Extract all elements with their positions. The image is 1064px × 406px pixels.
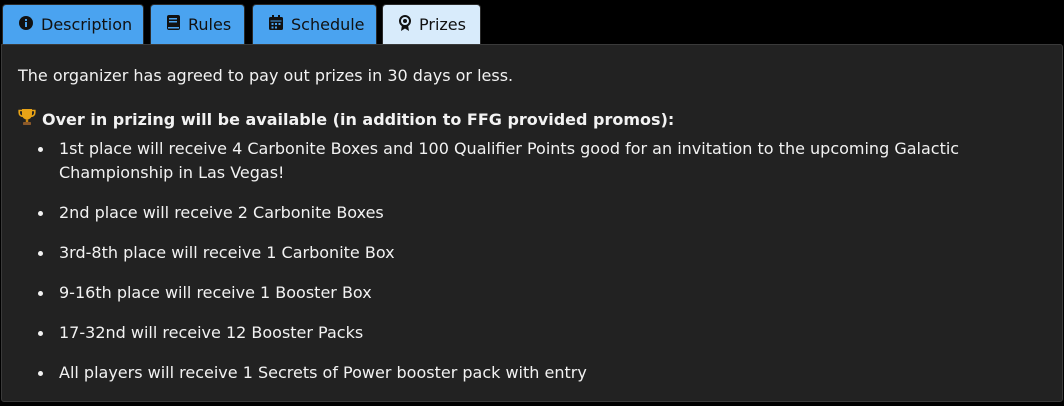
tab-schedule[interactable]: Schedule xyxy=(252,4,377,44)
prizing-heading-text: Over in prizing will be available (in ad… xyxy=(42,109,675,129)
tab-description-label: Description xyxy=(41,15,133,34)
calendar-icon xyxy=(269,15,283,34)
list-item: 17-32nd will receive 12 Booster Packs xyxy=(18,321,1048,345)
tab-bar: Description Rules Schedule Prizes xyxy=(0,0,1064,44)
list-item: All players will receive 1 Secrets of Po… xyxy=(18,361,1048,385)
list-item: 2nd place will receive 2 Carbonite Boxes xyxy=(18,201,1048,225)
award-ribbon-icon xyxy=(399,14,411,35)
trophy-icon xyxy=(18,108,36,130)
prizing-heading: Over in prizing will be available (in ad… xyxy=(18,108,674,130)
book-icon xyxy=(167,15,180,34)
tab-description[interactable]: Description xyxy=(2,4,144,44)
tab-rules[interactable]: Rules xyxy=(150,4,245,44)
prizes-panel: The organizer has agreed to pay out priz… xyxy=(1,44,1063,402)
tab-schedule-label: Schedule xyxy=(291,15,365,34)
tab-prizes-label: Prizes xyxy=(419,15,466,34)
info-circle-icon xyxy=(19,15,33,34)
prize-list: 1st place will receive 4 Carbonite Boxes… xyxy=(18,137,1048,401)
tab-rules-label: Rules xyxy=(188,15,232,34)
list-item: 9-16th place will receive 1 Booster Box xyxy=(18,281,1048,305)
list-item: 3rd-8th place will receive 1 Carbonite B… xyxy=(18,241,1048,265)
payout-notice: The organizer has agreed to pay out priz… xyxy=(18,66,514,85)
tab-prizes[interactable]: Prizes xyxy=(382,4,481,44)
list-item: 1st place will receive 4 Carbonite Boxes… xyxy=(18,137,1048,185)
